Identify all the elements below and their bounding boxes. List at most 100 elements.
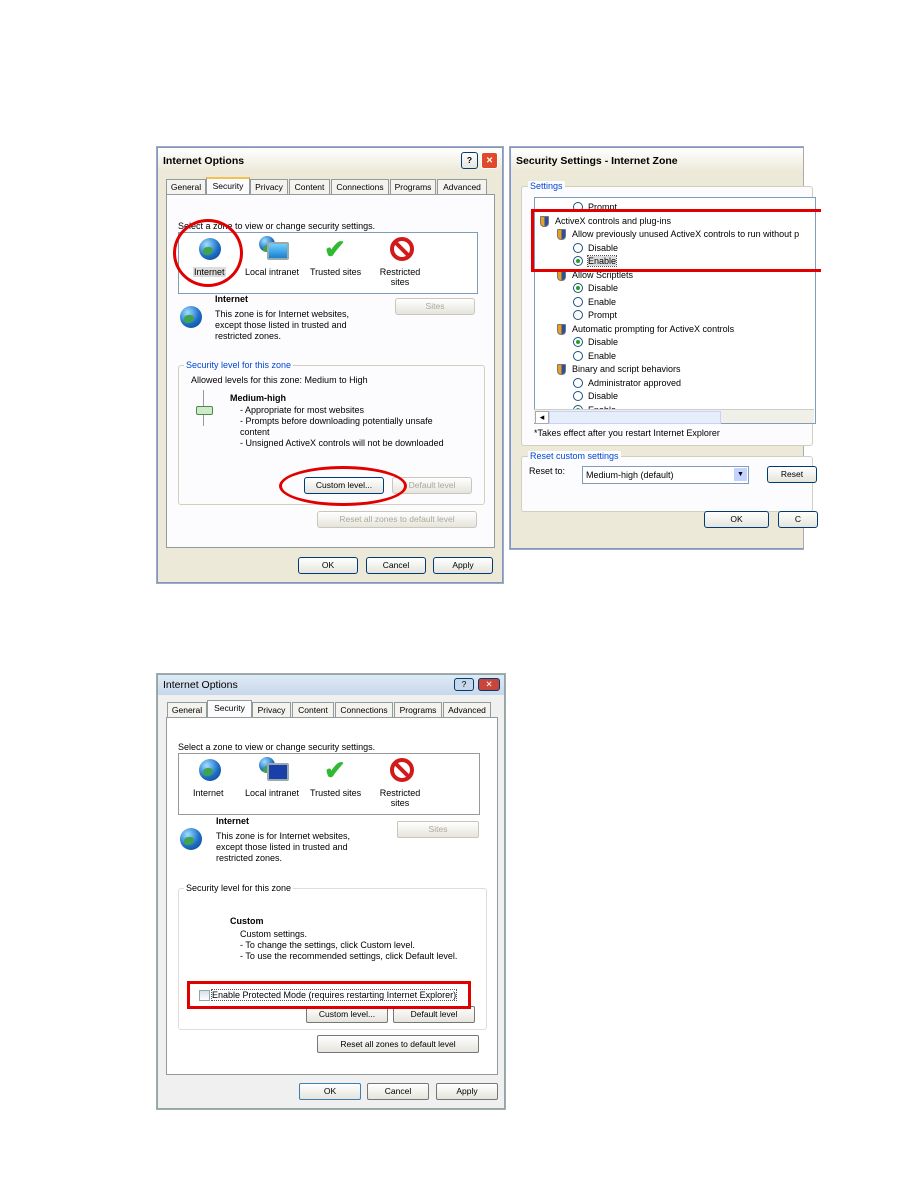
zone-label: Restricted sites — [379, 267, 421, 287]
chevron-down-icon[interactable]: ▼ — [734, 468, 747, 481]
highlight-internet-zone — [173, 219, 243, 287]
zone-label: Local intranet — [245, 267, 300, 277]
zone-desc: except those listed in trusted and — [215, 320, 347, 330]
reset-to-select[interactable]: Medium-high (default) ▼ — [582, 466, 749, 484]
globe-icon — [180, 306, 202, 328]
level-name: Custom — [230, 916, 264, 926]
sites-button[interactable]: Sites — [397, 821, 479, 838]
cancel-button[interactable]: Cancel — [366, 557, 426, 574]
reset-to-label: Reset to: — [529, 466, 566, 476]
horizontal-scrollbar[interactable]: ◂ — [534, 409, 814, 424]
settings-item-label: Automatic prompting for ActiveX controls — [572, 323, 735, 334]
ok-button[interactable]: OK — [298, 557, 358, 574]
internet-options-dialog-xp: Internet Options ? ✕ General Security Pr… — [157, 147, 503, 583]
settings-item-label: Disable — [588, 391, 619, 401]
checkmark-icon: ✔ — [324, 234, 346, 264]
zone-desc: restricted zones. — [215, 331, 282, 341]
zone-label: Internet — [193, 788, 224, 798]
zone-heading: Internet — [216, 816, 250, 826]
radio-button[interactable] — [573, 310, 583, 320]
close-button[interactable]: ✕ — [478, 678, 500, 691]
level-bullet: - Appropriate for most websites — [240, 405, 365, 415]
ok-button[interactable]: OK — [299, 1083, 361, 1100]
ok-button[interactable]: OK — [704, 511, 769, 528]
restricted-icon — [390, 237, 414, 261]
radio-button[interactable] — [573, 377, 583, 388]
tab-programs[interactable]: Programs — [394, 702, 442, 717]
group-label: Settings — [528, 181, 565, 191]
slider-thumb[interactable] — [196, 406, 213, 415]
highlight-activex-setting — [531, 209, 821, 272]
globe-icon — [180, 828, 202, 850]
level-name: Medium-high — [230, 393, 286, 403]
radio-button[interactable] — [573, 350, 583, 361]
group-label: Reset custom settings — [528, 451, 621, 461]
highlight-custom-level — [279, 466, 407, 506]
dialog-title: Internet Options — [158, 675, 504, 695]
tab-general[interactable]: General — [167, 702, 207, 717]
settings-item-label: Disable — [588, 283, 619, 293]
group-label: Security level for this zone — [184, 883, 294, 893]
tab-connections[interactable]: Connections — [335, 702, 393, 717]
sites-button[interactable]: Sites — [395, 298, 475, 315]
zone-desc: This zone is for Internet websites, — [216, 831, 351, 841]
restricted-icon — [390, 758, 414, 782]
tab-advanced[interactable]: Advanced — [443, 702, 491, 717]
internet-options-dialog-vista: Internet Options ? ✕ General Security Pr… — [157, 674, 505, 1109]
restart-note: *Takes effect after you restart Internet… — [534, 428, 720, 438]
cancel-button[interactable]: Cancel — [367, 1083, 429, 1100]
tab-advanced[interactable]: Advanced — [437, 179, 487, 194]
help-button[interactable]: ? — [454, 678, 474, 691]
tab-connections[interactable]: Connections — [331, 179, 389, 194]
manual-page: Internet Options ? ✕ General Security Pr… — [0, 0, 918, 1188]
tab-general[interactable]: General — [166, 179, 206, 194]
highlight-protected-mode — [187, 981, 471, 1009]
tab-privacy[interactable]: Privacy — [250, 179, 288, 194]
shield-icon — [557, 364, 566, 375]
group-label: Security level for this zone — [184, 360, 294, 370]
radio-button[interactable] — [573, 283, 583, 293]
radio-button[interactable] — [573, 337, 583, 347]
zone-list: Internet Local intranet ✔ Trusted sites R… — [178, 753, 480, 815]
settings-item-label: Enable — [588, 296, 617, 307]
radio-button[interactable] — [573, 296, 583, 307]
settings-item-label: Prompt — [588, 310, 618, 320]
dialog-title: Security Settings - Internet Zone — [511, 148, 803, 172]
apply-button[interactable]: Apply — [433, 557, 493, 574]
tab-security[interactable]: Security — [206, 177, 250, 194]
apply-button[interactable]: Apply — [436, 1083, 498, 1100]
zone-heading: Internet — [215, 294, 249, 304]
reset-all-zones-button[interactable]: Reset all zones to default level — [317, 511, 477, 528]
level-bullet: - Unsigned ActiveX controls will not be … — [240, 438, 444, 448]
dialog-title: Internet Options — [158, 148, 502, 172]
level-line: Custom settings. — [240, 929, 308, 939]
radio-button[interactable] — [573, 391, 583, 401]
zone-prompt: Select a zone to view or change security… — [178, 742, 376, 752]
security-panel: Select a zone to view or change security… — [166, 717, 498, 1075]
zone-label: Local intranet — [245, 788, 300, 798]
reset-button[interactable]: Reset — [767, 466, 817, 483]
settings-item-label: Enable — [588, 350, 617, 361]
zone-label: Trusted sites — [310, 788, 362, 798]
globe-icon — [199, 759, 221, 781]
tab-privacy[interactable]: Privacy — [252, 702, 291, 717]
close-button[interactable]: ✕ — [481, 152, 498, 169]
scroll-left-icon[interactable]: ◂ — [535, 411, 549, 424]
tab-content[interactable]: Content — [292, 702, 334, 717]
help-button[interactable]: ? — [461, 152, 478, 169]
tab-security[interactable]: Security — [207, 700, 252, 717]
shield-icon — [557, 323, 566, 335]
scrollbar-thumb[interactable] — [549, 411, 721, 424]
settings-item-label: Administrator approved — [588, 377, 682, 388]
level-line: - To use the recommended settings, click… — [240, 951, 458, 961]
zone-desc: This zone is for Internet websites, — [215, 309, 350, 319]
reset-all-zones-button[interactable]: Reset all zones to default level — [317, 1035, 479, 1053]
zone-label: Restricted sites — [379, 788, 421, 808]
cancel-button[interactable]: C — [778, 511, 818, 528]
tab-programs[interactable]: Programs — [390, 179, 436, 194]
zone-desc: restricted zones. — [216, 853, 283, 863]
level-line: - To change the settings, click Custom l… — [240, 940, 415, 950]
tab-content[interactable]: Content — [289, 179, 330, 194]
zone-desc: except those listed in trusted and — [216, 842, 348, 852]
level-bullet: - Prompts before downloading potentially… — [240, 416, 433, 426]
